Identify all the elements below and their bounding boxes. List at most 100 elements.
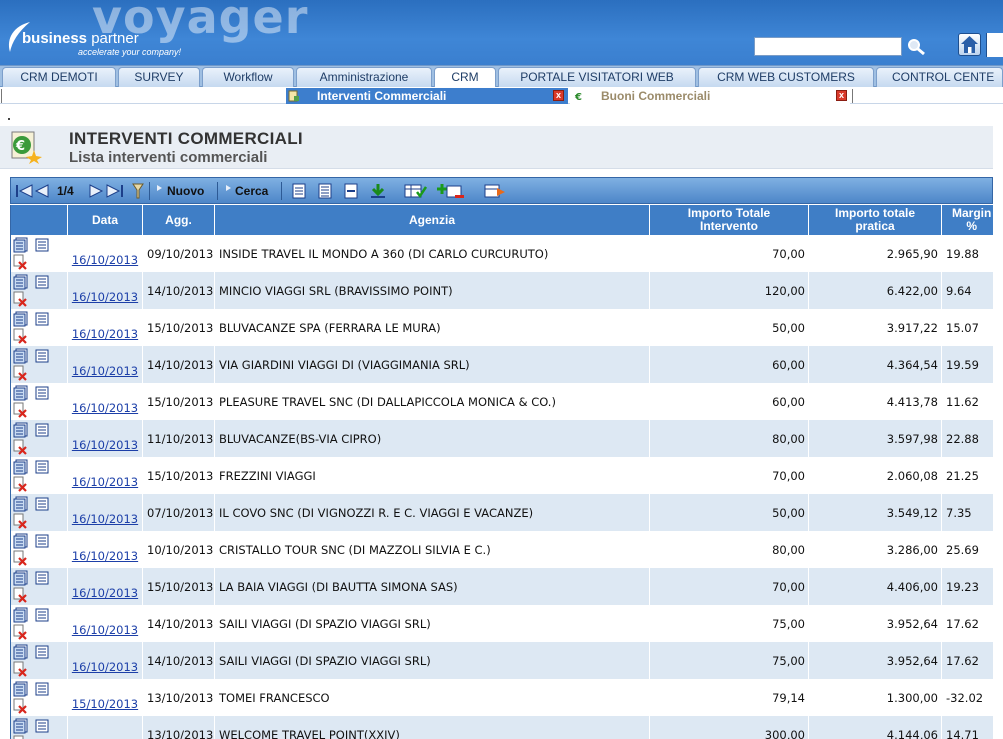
header-agg[interactable]: Agg. bbox=[143, 205, 215, 235]
table-row[interactable]: 16/10/2013 11/10/2013 BLUVACANZE(BS-VIA … bbox=[11, 420, 993, 457]
tab-crm-web-customers[interactable]: CRM WEB CUSTOMERS bbox=[698, 67, 874, 87]
grid-export-icon[interactable] bbox=[483, 182, 507, 200]
delete-record-icon[interactable] bbox=[12, 698, 28, 714]
delete-record-icon[interactable] bbox=[12, 587, 28, 603]
data-link[interactable]: 16/10/2013 bbox=[72, 660, 138, 674]
delete-record-icon[interactable] bbox=[12, 661, 28, 677]
tab-workflow[interactable]: Workflow bbox=[202, 67, 294, 87]
detail-record-icon[interactable] bbox=[34, 718, 50, 734]
last-page-icon[interactable] bbox=[105, 182, 125, 200]
data-link[interactable]: 16/10/2013 bbox=[72, 623, 138, 637]
detail-record-icon[interactable] bbox=[34, 644, 50, 660]
table-row[interactable]: 16/10/2013 14/10/2013 MINCIO VIAGGI SRL … bbox=[11, 272, 993, 309]
view-detail-icon[interactable] bbox=[317, 182, 333, 200]
detail-record-icon[interactable] bbox=[34, 496, 50, 512]
tab-survey[interactable]: SURVEY bbox=[118, 67, 200, 87]
edit-record-icon[interactable] bbox=[13, 607, 29, 623]
edit-record-icon[interactable] bbox=[13, 385, 29, 401]
first-page-icon[interactable] bbox=[14, 182, 34, 200]
detail-record-icon[interactable] bbox=[34, 237, 50, 253]
delete-record-icon[interactable] bbox=[12, 624, 28, 640]
delete-record-icon[interactable] bbox=[12, 439, 28, 455]
tab-crm-demoti[interactable]: CRM DEMOTI bbox=[2, 67, 116, 87]
delete-record-icon[interactable] bbox=[12, 291, 28, 307]
edit-record-icon[interactable] bbox=[13, 311, 29, 327]
edit-record-icon[interactable] bbox=[13, 570, 29, 586]
edit-record-icon[interactable] bbox=[13, 237, 29, 253]
header-importo-pratica[interactable]: Importo totale pratica bbox=[809, 205, 942, 235]
grid-check-icon[interactable] bbox=[403, 182, 427, 200]
data-link[interactable]: 16/10/2013 bbox=[72, 586, 138, 600]
table-row[interactable]: 13/10/2013 WELCOME TRAVEL POINT(XXIV) 30… bbox=[11, 716, 993, 739]
new-record-icon[interactable] bbox=[155, 182, 163, 200]
data-link[interactable]: 16/10/2013 bbox=[72, 438, 138, 452]
search-button[interactable]: Cerca bbox=[235, 184, 268, 198]
close-icon[interactable]: x bbox=[836, 90, 847, 101]
subtab-interventi-commerciali[interactable]: Interventi Commerciali x bbox=[286, 88, 568, 104]
data-link[interactable]: 16/10/2013 bbox=[72, 290, 138, 304]
delete-record-icon[interactable] bbox=[12, 328, 28, 344]
header-margine[interactable]: Margin % bbox=[942, 205, 993, 235]
edit-record-icon[interactable] bbox=[13, 533, 29, 549]
data-link[interactable]: 15/10/2013 bbox=[72, 697, 138, 711]
edit-record-icon[interactable] bbox=[13, 422, 29, 438]
delete-record-icon[interactable] bbox=[12, 476, 28, 492]
table-row[interactable]: 16/10/2013 15/10/2013 PLEASURE TRAVEL SN… bbox=[11, 383, 993, 420]
table-row[interactable]: 16/10/2013 07/10/2013 IL COVO SNC (DI VI… bbox=[11, 494, 993, 531]
delete-record-icon[interactable] bbox=[12, 550, 28, 566]
table-row[interactable]: 16/10/2013 15/10/2013 BLUVACANZE SPA (FE… bbox=[11, 309, 993, 346]
close-icon[interactable]: x bbox=[553, 90, 564, 101]
next-page-icon[interactable] bbox=[88, 182, 104, 200]
home-button[interactable] bbox=[958, 33, 981, 56]
table-row[interactable]: 16/10/2013 10/10/2013 CRISTALLO TOUR SNC… bbox=[11, 531, 993, 568]
header-data[interactable]: Data bbox=[68, 205, 143, 235]
edit-record-icon[interactable] bbox=[13, 718, 29, 734]
download-icon[interactable] bbox=[369, 182, 387, 200]
detail-record-icon[interactable] bbox=[34, 607, 50, 623]
data-link[interactable]: 16/10/2013 bbox=[72, 475, 138, 489]
data-link[interactable]: 16/10/2013 bbox=[72, 401, 138, 415]
edit-record-icon[interactable] bbox=[13, 348, 29, 364]
data-link[interactable]: 16/10/2013 bbox=[72, 512, 138, 526]
subtab-buoni-commerciali[interactable]: € Buoni Commerciali x bbox=[570, 88, 850, 104]
view-list-icon[interactable] bbox=[291, 182, 307, 200]
tab-amministrazione[interactable]: Amministrazione bbox=[296, 67, 432, 87]
data-link[interactable]: 16/10/2013 bbox=[72, 253, 138, 267]
detail-record-icon[interactable] bbox=[34, 348, 50, 364]
detail-record-icon[interactable] bbox=[34, 311, 50, 327]
delete-record-icon[interactable] bbox=[12, 402, 28, 418]
grid-add-remove-icon[interactable] bbox=[437, 182, 465, 200]
delete-record-icon[interactable] bbox=[12, 254, 28, 270]
view-compact-icon[interactable] bbox=[343, 182, 359, 200]
edit-record-icon[interactable] bbox=[13, 644, 29, 660]
tab-portale-visitatori-web[interactable]: PORTALE VISITATORI WEB bbox=[498, 67, 696, 87]
delete-record-icon[interactable] bbox=[12, 735, 28, 739]
detail-record-icon[interactable] bbox=[34, 570, 50, 586]
tab-crm[interactable]: CRM bbox=[434, 67, 496, 87]
data-link[interactable]: 16/10/2013 bbox=[72, 327, 138, 341]
table-row[interactable]: 16/10/2013 14/10/2013 SAILI VIAGGI (DI S… bbox=[11, 605, 993, 642]
search-record-icon[interactable] bbox=[224, 182, 232, 200]
magnifier-icon[interactable] bbox=[906, 37, 926, 56]
filter-icon[interactable] bbox=[131, 182, 145, 200]
edit-record-icon[interactable] bbox=[13, 681, 29, 697]
global-search-input[interactable] bbox=[754, 37, 902, 56]
tab-control-center[interactable]: CONTROL CENTE bbox=[876, 67, 1003, 87]
detail-record-icon[interactable] bbox=[34, 533, 50, 549]
header-agenzia[interactable]: Agenzia bbox=[215, 205, 650, 235]
detail-record-icon[interactable] bbox=[34, 422, 50, 438]
edit-record-icon[interactable] bbox=[13, 274, 29, 290]
delete-record-icon[interactable] bbox=[12, 513, 28, 529]
delete-record-icon[interactable] bbox=[12, 365, 28, 381]
previous-page-icon[interactable] bbox=[34, 182, 50, 200]
table-row[interactable]: 16/10/2013 09/10/2013 INSIDE TRAVEL IL M… bbox=[11, 235, 993, 272]
header-importo-intervento[interactable]: Importo Totale Intervento bbox=[650, 205, 809, 235]
new-button[interactable]: Nuovo bbox=[167, 184, 204, 198]
edit-record-icon[interactable] bbox=[13, 496, 29, 512]
edit-record-icon[interactable] bbox=[13, 459, 29, 475]
table-row[interactable]: 16/10/2013 14/10/2013 VIA GIARDINI VIAGG… bbox=[11, 346, 993, 383]
table-row[interactable]: 16/10/2013 14/10/2013 SAILI VIAGGI (DI S… bbox=[11, 642, 993, 679]
data-link[interactable]: 16/10/2013 bbox=[72, 364, 138, 378]
data-link[interactable]: 16/10/2013 bbox=[72, 549, 138, 563]
table-row[interactable]: 16/10/2013 15/10/2013 LA BAIA VIAGGI (DI… bbox=[11, 568, 993, 605]
